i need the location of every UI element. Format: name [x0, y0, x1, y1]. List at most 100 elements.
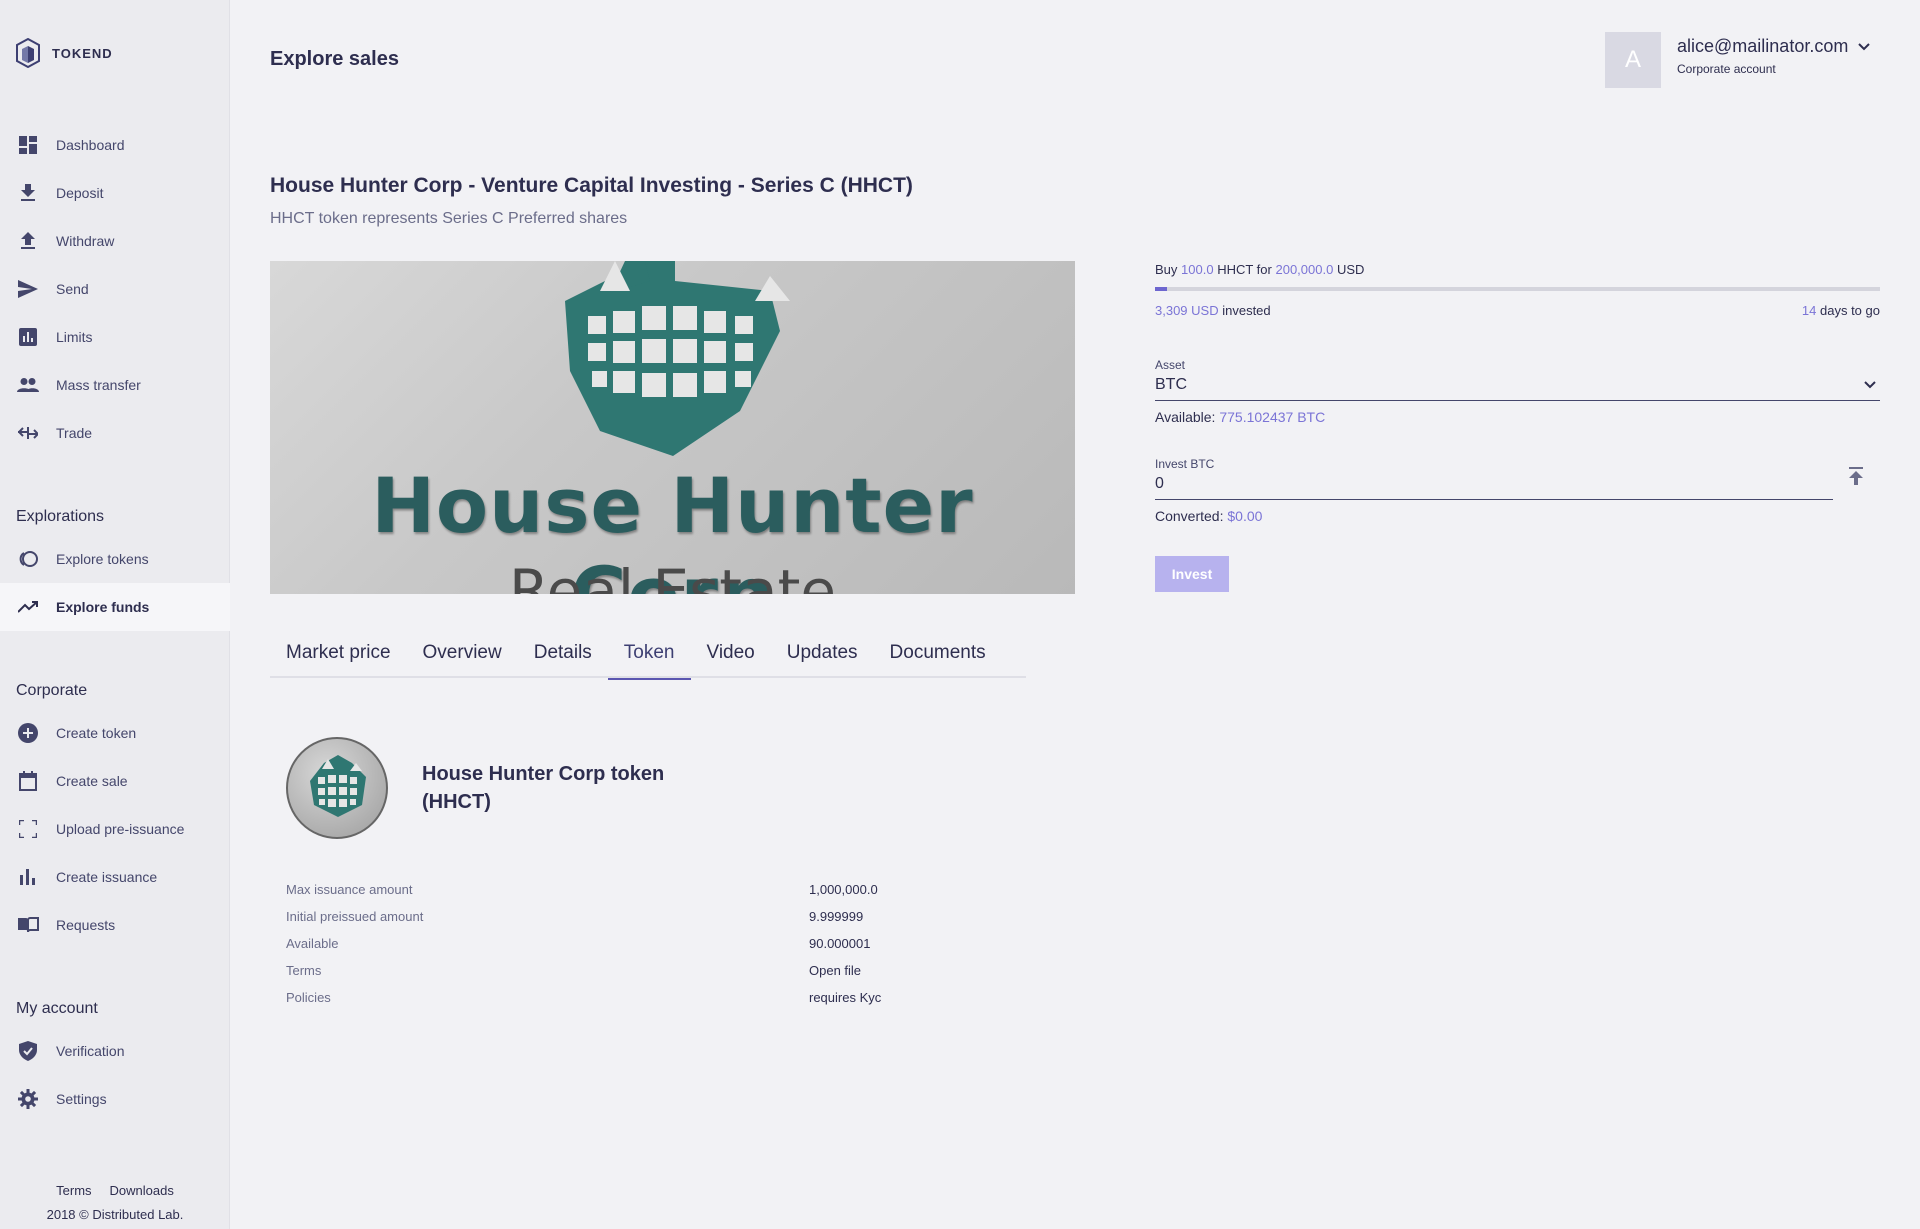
sidebar-item-send[interactable]: Send — [0, 265, 230, 313]
terms-link[interactable]: Terms — [56, 1183, 91, 1198]
asset-value: BTC — [1155, 376, 1187, 393]
sidebar-item-label: Create sale — [56, 773, 128, 789]
asset-select-field: Asset BTC Available: 775.102437 BTC — [1155, 358, 1880, 425]
invested-suffix: invested — [1222, 303, 1271, 318]
invest-amount-field: Invest BTC 0 Converted: $0.00 — [1155, 457, 1880, 524]
sidebar-item-label: Dashboard — [56, 137, 125, 153]
avatar[interactable]: A — [1605, 32, 1661, 88]
detail-value: 90.000001 — [809, 936, 871, 951]
terms-file-link[interactable]: Open file — [809, 963, 861, 990]
detail-key: Available — [286, 936, 339, 951]
converted-value: $0.00 — [1227, 508, 1263, 524]
tab-token[interactable]: Token — [607, 630, 691, 680]
sidebar-item-settings[interactable]: Settings — [0, 1075, 230, 1123]
people-icon — [16, 373, 40, 397]
asset-select[interactable]: BTC — [1155, 376, 1880, 401]
sale-tabs: Market price Overview Details Token Vide… — [270, 630, 1026, 680]
section-title-my-account: My account — [16, 1000, 98, 1017]
sidebar-item-label: Settings — [56, 1091, 107, 1107]
logo[interactable]: TOKEND — [16, 38, 113, 68]
send-icon — [16, 277, 40, 301]
sidebar-item-withdraw[interactable]: Withdraw — [0, 217, 230, 265]
sidebar-item-label: Explore funds — [56, 599, 150, 615]
sidebar-item-label: Trade — [56, 425, 93, 441]
detail-value: 9.999999 — [809, 909, 864, 924]
sidebar-item-deposit[interactable]: Deposit — [0, 169, 230, 217]
token-building-icon — [310, 755, 366, 817]
detail-row: Initial preissued amount 9.999999 — [286, 909, 986, 936]
copyright: 2018 © Distributed Lab. — [46, 1207, 184, 1222]
converted-note: Converted: $0.00 — [1155, 508, 1880, 524]
buy-currency: USD — [1336, 262, 1365, 277]
sale-progress-bar — [1155, 287, 1880, 291]
invest-amount-input[interactable]: 0 — [1155, 475, 1833, 500]
invest-panel: Buy 100.0 HHCT for 200,000.0 USD 3,309 U… — [1155, 262, 1880, 592]
sidebar-item-label: Withdraw — [56, 233, 115, 249]
plus-circle-icon — [16, 721, 40, 745]
sidebar-item-label: Deposit — [56, 185, 104, 201]
trending-icon — [16, 595, 40, 619]
sidebar-item-upload-pre-issuance[interactable]: Upload pre-issuance — [0, 805, 230, 853]
sidebar-item-dashboard[interactable]: Dashboard — [0, 121, 230, 169]
account-info[interactable]: alice@mailinator.com Corporate account — [1677, 36, 1871, 76]
account-menu[interactable]: A alice@mailinator.com Corporate account — [1605, 32, 1871, 88]
chart-icon — [16, 325, 40, 349]
sidebar-item-create-token[interactable]: Create token — [0, 709, 230, 757]
buy-line: Buy 100.0 HHCT for 200,000.0 USD — [1155, 262, 1880, 277]
progress-labels: 3,309 USD invested 14 days to go — [1155, 303, 1880, 318]
sidebar-item-requests[interactable]: Requests — [0, 901, 230, 949]
tokens-icon — [16, 547, 40, 571]
downloads-link[interactable]: Downloads — [110, 1183, 174, 1198]
section-title-corporate: Corporate — [16, 682, 88, 699]
available-note: Available: 775.102437 BTC — [1155, 409, 1880, 425]
token-name: House Hunter Corp token (HHCT) — [422, 763, 665, 813]
detail-key: Terms — [286, 963, 322, 978]
sale-progress-fill — [1155, 287, 1167, 291]
chevron-down-icon[interactable] — [1864, 381, 1876, 389]
sidebar-footer: Terms Downloads 2018 © Distributed Lab. — [0, 1183, 230, 1222]
sale-image: House Hunter Corp Real Estate — [270, 261, 1075, 594]
sidebar-item-create-sale[interactable]: Create sale — [0, 757, 230, 805]
tab-market-price[interactable]: Market price — [270, 630, 407, 678]
bar-chart-icon — [16, 865, 40, 889]
tab-video[interactable]: Video — [691, 630, 771, 678]
buy-price: 200,000.0 — [1275, 262, 1334, 277]
account-email-row[interactable]: alice@mailinator.com — [1677, 36, 1871, 57]
calendar-icon — [16, 769, 40, 793]
book-icon — [16, 913, 40, 937]
asset-label: Asset — [1155, 358, 1186, 372]
available-value: 775.102437 BTC — [1219, 409, 1326, 425]
invest-button[interactable]: Invest — [1155, 556, 1229, 592]
gear-icon — [16, 1087, 40, 1111]
tab-updates[interactable]: Updates — [771, 630, 874, 678]
sidebar-item-label: Create issuance — [56, 869, 158, 885]
tab-overview[interactable]: Overview — [407, 630, 518, 678]
token-logo — [286, 737, 388, 839]
sale-title: House Hunter Corp - Venture Capital Inve… — [270, 174, 913, 197]
buy-mid: HHCT for — [1217, 262, 1272, 277]
account-email: alice@mailinator.com — [1677, 36, 1849, 56]
sidebar-item-create-issuance[interactable]: Create issuance — [0, 853, 230, 901]
sidebar-item-limits[interactable]: Limits — [0, 313, 230, 361]
invest-value: 0 — [1155, 475, 1164, 492]
buy-prefix: Buy — [1155, 262, 1178, 277]
sidebar-item-mass-transfer[interactable]: Mass transfer — [0, 361, 230, 409]
invested-label: 3,309 USD invested — [1155, 303, 1271, 318]
sidebar-item-label: Limits — [56, 329, 93, 345]
detail-row: Max issuance amount 1,000,000.0 — [286, 882, 986, 909]
sidebar-item-label: Mass transfer — [56, 377, 141, 393]
max-amount-icon[interactable] — [1848, 467, 1864, 485]
chevron-down-icon[interactable] — [1858, 42, 1871, 51]
sidebar-item-explore-tokens[interactable]: Explore tokens — [0, 535, 230, 583]
sidebar-item-explore-funds[interactable]: Explore funds — [0, 583, 230, 631]
sidebar-item-verification[interactable]: Verification — [0, 1027, 230, 1075]
sidebar-item-label: Verification — [56, 1043, 125, 1059]
invest-label: Invest BTC — [1155, 457, 1215, 471]
tab-documents[interactable]: Documents — [874, 630, 1002, 678]
sidebar-item-trade[interactable]: Trade — [0, 409, 230, 457]
days-label: 14 days to go — [1802, 303, 1880, 318]
invested-amount: 3,309 USD — [1155, 303, 1219, 318]
sale-image-text-sub: Real Estate — [508, 557, 837, 594]
sidebar-item-label: Send — [56, 281, 89, 297]
tab-details[interactable]: Details — [518, 630, 608, 678]
